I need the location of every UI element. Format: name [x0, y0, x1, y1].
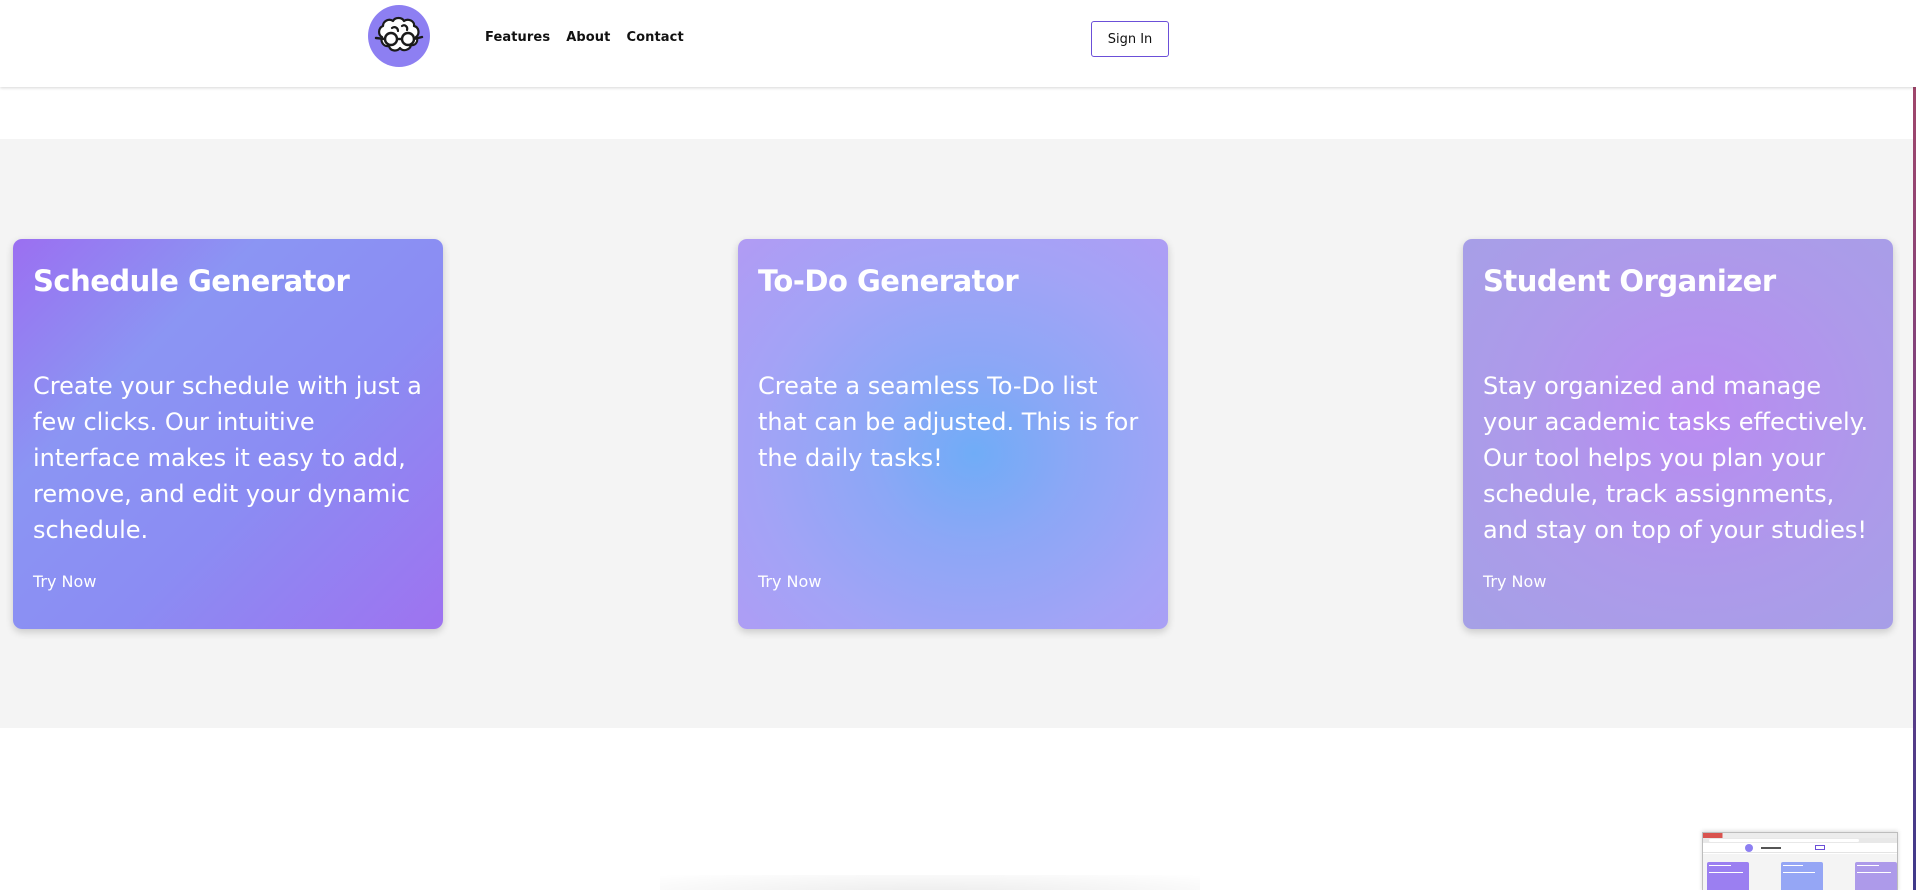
try-now-link[interactable]: Try Now: [758, 572, 821, 591]
card-title: Student Organizer: [1483, 264, 1776, 298]
nav-link-features[interactable]: Features: [485, 30, 550, 45]
nav-link-contact[interactable]: Contact: [626, 30, 683, 45]
thumbnail-nav: [1761, 847, 1781, 849]
thumbnail-card: [1707, 862, 1749, 890]
footer-shadow: [660, 875, 1200, 890]
thumbnail-text-line: [1783, 872, 1815, 873]
feature-card-student-organizer[interactable]: Student Organizer Stay organized and man…: [1463, 239, 1893, 629]
nav-link-about[interactable]: About: [566, 30, 610, 45]
features-section: Schedule Generator Create your schedule …: [0, 139, 1916, 728]
feature-card-schedule-generator[interactable]: Schedule Generator Create your schedule …: [13, 239, 443, 629]
screenshot-preview-thumbnail[interactable]: [1702, 832, 1898, 890]
feature-card-todo-generator[interactable]: To-Do Generator Create a seamless To-Do …: [738, 239, 1168, 629]
thumbnail-button: [1815, 845, 1825, 850]
thumbnail-text-line: [1783, 865, 1803, 866]
card-description: Create a seamless To-Do list that can be…: [758, 372, 1139, 472]
thumbnail-text-line: [1709, 865, 1731, 866]
card-description: Stay organized and manage your academic …: [1483, 372, 1869, 544]
logo-button[interactable]: [368, 5, 430, 67]
brain-logo-icon: [374, 16, 424, 52]
thumbnail-address-input: [1709, 839, 1859, 842]
thumbnail-text-line: [1857, 865, 1879, 866]
card-title: Schedule Generator: [33, 264, 350, 298]
card-title: To-Do Generator: [758, 264, 1019, 298]
try-now-link[interactable]: Try Now: [33, 572, 96, 591]
main-nav: Features About Contact: [485, 30, 684, 45]
try-now-link[interactable]: Try Now: [1483, 572, 1546, 591]
sign-in-button[interactable]: Sign In: [1091, 21, 1169, 57]
thumbnail-header: [1703, 843, 1897, 853]
thumbnail-text-line: [1709, 872, 1743, 873]
card-description: Create your schedule with just a few cli…: [33, 372, 422, 544]
thumbnail-logo: [1745, 844, 1753, 852]
thumbnail-card: [1781, 862, 1823, 890]
site-header: Features About Contact Sign In: [0, 0, 1916, 87]
thumbnail-card: [1855, 862, 1897, 890]
thumbnail-text-line: [1857, 872, 1891, 873]
